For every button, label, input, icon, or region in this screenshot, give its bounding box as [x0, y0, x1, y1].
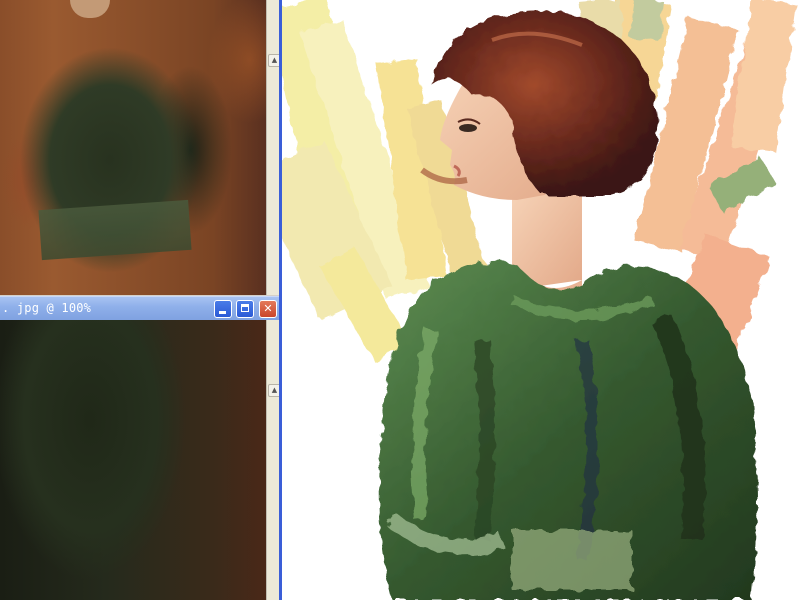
reference-figure-belt — [38, 199, 192, 261]
document-window-canvas[interactable] — [0, 320, 266, 600]
green-dress — [378, 260, 757, 600]
document-figure-dress — [0, 320, 230, 600]
document-window-titlebar[interactable]: . jpg @ 100% ✕ — [0, 296, 279, 322]
document-vertical-scrollbar[interactable]: ▲ — [266, 320, 281, 600]
minimize-button[interactable] — [214, 300, 232, 318]
painting-artwork — [282, 0, 797, 600]
reference-image-canvas-top[interactable] — [0, 0, 266, 295]
close-button[interactable]: ✕ — [259, 300, 277, 318]
minimize-icon — [219, 311, 226, 314]
reference-image-window: ▲ . jpg @ 100% ✕ ▲ — [0, 0, 281, 600]
close-icon: ✕ — [263, 302, 273, 315]
reference-vertical-scrollbar[interactable]: ▲ — [266, 0, 281, 295]
painting-canvas[interactable] — [282, 0, 800, 600]
document-window-title: . jpg @ 100% — [2, 301, 92, 315]
maximize-button[interactable] — [236, 300, 254, 318]
maximize-icon — [241, 304, 249, 312]
